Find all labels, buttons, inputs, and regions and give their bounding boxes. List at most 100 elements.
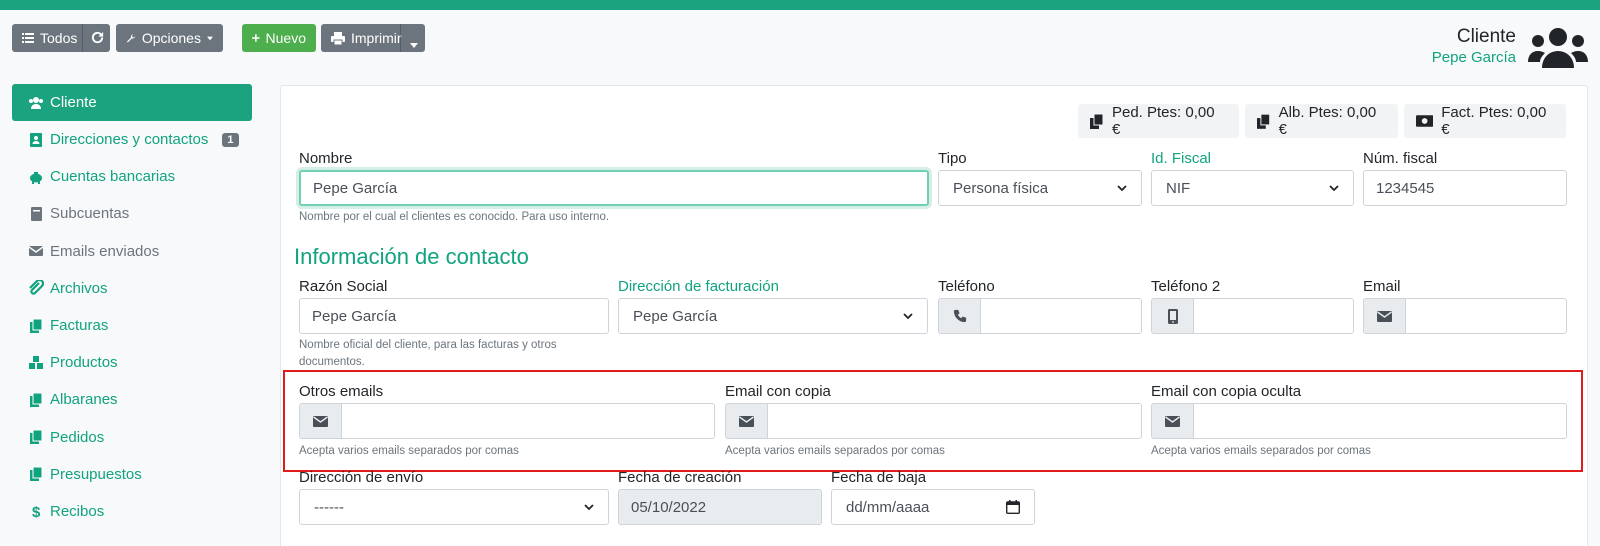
sidebar-item-label: Recibos	[50, 502, 105, 520]
otros-emails-help: Acepta varios emails separados por comas	[299, 445, 519, 457]
facturacion-select[interactable]: Pepe García	[618, 298, 928, 334]
cubes-icon	[29, 355, 43, 369]
sidebar-item-cliente[interactable]: Cliente	[12, 84, 252, 121]
razon-social-value: Pepe García	[312, 307, 397, 325]
idfiscal-select[interactable]: NIF	[1151, 170, 1354, 206]
sidebar-item-direcciones[interactable]: Direcciones y contactos 1	[12, 121, 252, 158]
client-name[interactable]: Pepe García	[1432, 49, 1516, 66]
creacion-input: 05/10/2022	[618, 489, 822, 525]
calendar-icon[interactable]	[1006, 500, 1020, 514]
otros-emails-input[interactable]	[341, 403, 715, 439]
pending-invoices-label: Fact. Ptes: 0,00 €	[1441, 104, 1547, 138]
telefono-input[interactable]	[980, 298, 1142, 334]
sidebar-item-label: Subcuentas	[50, 205, 130, 223]
wrench-icon	[126, 33, 136, 42]
sidebar-item-presupuestos[interactable]: Presupuestos	[12, 456, 252, 493]
nombre-help: Nombre por el cual el clientes es conoci…	[299, 211, 610, 223]
telefono2-input[interactable]	[1193, 298, 1354, 334]
sidebar-item-facturas[interactable]: Facturas	[12, 307, 252, 344]
email-label: Email	[1363, 278, 1401, 295]
sidebar-item-label: Emails enviados	[50, 242, 160, 260]
refresh-icon[interactable]	[90, 30, 105, 50]
razon-social-help: Nombre oficial del cliente, para las fac…	[299, 339, 557, 368]
copy-icon	[1257, 113, 1271, 129]
chevron-down-icon	[1329, 185, 1339, 192]
sidebar-item-label: Pedidos	[50, 428, 105, 446]
numfiscal-value: 1234545	[1376, 179, 1435, 197]
users-icon	[1528, 26, 1588, 73]
sidebar-item-label: Albaranes	[50, 391, 118, 409]
plus-icon	[252, 34, 260, 42]
mobile-icon	[1167, 308, 1178, 324]
sidebar-item-productos[interactable]: Productos	[12, 344, 252, 381]
email-cc-label: Email con copia	[725, 383, 831, 400]
sidebar-item-label: Cliente	[50, 94, 97, 111]
numfiscal-label: Núm. fiscal	[1363, 150, 1438, 167]
nombre-value: Pepe García	[313, 179, 398, 197]
envio-value: ------	[314, 498, 344, 516]
creacion-label: Fecha de creación	[618, 469, 742, 486]
razon-social-input[interactable]: Pepe García	[299, 298, 609, 334]
sidebar-item-archivos[interactable]: Archivos	[12, 270, 252, 307]
sidebar-item-pedidos[interactable]: Pedidos	[12, 419, 252, 456]
phone-icon	[953, 309, 966, 323]
numfiscal-input[interactable]: 1234545	[1363, 170, 1567, 206]
baja-placeholder: dd/mm/aaaa	[846, 498, 930, 516]
sidebar-item-subcuentas[interactable]: Subcuentas	[12, 195, 252, 232]
nombre-label: Nombre	[299, 150, 353, 167]
sidebar-item-recibos[interactable]: $ Recibos	[12, 493, 252, 530]
print-icon	[331, 31, 345, 45]
envio-select[interactable]: ------	[299, 489, 609, 525]
button-separator	[82, 24, 83, 52]
page-title: Cliente	[1456, 26, 1516, 47]
pending-invoices-button[interactable]: Fact. Ptes: 0,00 €	[1404, 104, 1566, 138]
copy-icon	[30, 466, 43, 482]
email-bcc-input[interactable]	[1193, 403, 1567, 439]
email-bcc-help: Acepta varios emails separados por comas	[1151, 445, 1371, 457]
book-icon	[31, 206, 42, 221]
tipo-select[interactable]: Persona física	[938, 170, 1142, 206]
telefono-addon	[938, 298, 980, 334]
telefono2-label: Teléfono 2	[1151, 278, 1221, 295]
tipo-value: Persona física	[953, 179, 1049, 197]
creacion-value: 05/10/2022	[631, 498, 707, 516]
options-button[interactable]: Opciones	[116, 24, 223, 52]
email-cc-help: Acepta varios emails separados por comas	[725, 445, 945, 457]
pending-delivery-notes-label: Alb. Ptes: 0,00 €	[1278, 104, 1377, 138]
copy-icon	[30, 318, 43, 333]
dollar-icon: $	[32, 504, 41, 519]
users-icon	[29, 96, 43, 109]
facturacion-label[interactable]: Dirección de facturación	[618, 278, 779, 295]
sidebar-item-emails-enviados[interactable]: Emails enviados	[12, 233, 252, 270]
email-cc-addon	[725, 403, 767, 439]
envelope-icon	[739, 415, 754, 427]
sidebar-item-cuentas-bancarias[interactable]: Cuentas bancarias	[12, 158, 252, 195]
count-badge: 1	[222, 132, 239, 147]
copy-icon	[30, 392, 43, 407]
svg-text:$: $	[32, 504, 41, 519]
sidebar: Cliente Direcciones y contactos 1 Cuenta…	[12, 84, 252, 530]
address-book-icon	[30, 132, 42, 147]
sidebar-item-albaranes[interactable]: Albaranes	[12, 381, 252, 418]
envelope-icon	[28, 246, 44, 257]
pending-delivery-notes-button[interactable]: Alb. Ptes: 0,00 €	[1245, 104, 1398, 138]
print-button-label: Imprimir	[351, 30, 402, 46]
idfiscal-label[interactable]: Id. Fiscal	[1151, 150, 1211, 167]
idfiscal-value: NIF	[1166, 179, 1191, 197]
baja-date-input[interactable]: dd/mm/aaaa	[831, 489, 1035, 525]
print-dropdown-caret-icon[interactable]	[410, 35, 418, 53]
new-button[interactable]: Nuevo	[242, 24, 316, 52]
paperclip-icon	[29, 280, 44, 295]
sidebar-item-label: Productos	[50, 354, 118, 372]
email-bcc-addon	[1151, 403, 1193, 439]
email-cc-input[interactable]	[767, 403, 1142, 439]
envelope-icon	[313, 415, 328, 427]
email-input[interactable]	[1405, 298, 1567, 334]
sidebar-item-label: Presupuestos	[50, 465, 142, 483]
pending-orders-button[interactable]: Ped. Ptes: 0,00 €	[1078, 104, 1239, 138]
chevron-down-icon	[903, 313, 913, 320]
piggy-bank-icon	[30, 171, 42, 184]
all-button-label: Todos	[40, 30, 78, 46]
nombre-input[interactable]: Pepe García	[299, 170, 929, 206]
list-icon	[22, 33, 34, 43]
